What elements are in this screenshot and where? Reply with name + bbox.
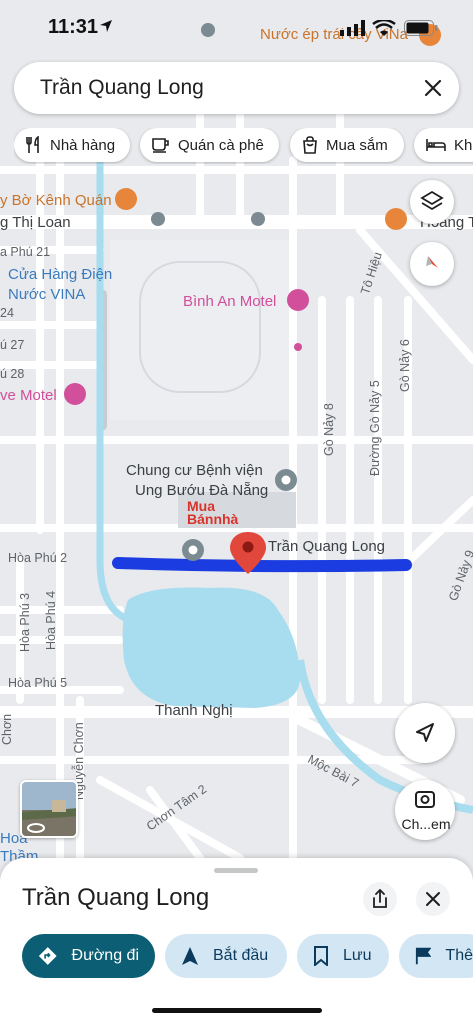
my-location-button[interactable] [395,703,455,763]
home-indicator [152,1008,322,1013]
map-label-24: 24 [0,306,14,320]
watermark-logo: Mua Bánnhà [187,499,239,527]
place-title: Trần Quang Long [22,884,210,911]
map-label-ve-motel[interactable]: ve Motel [0,387,57,404]
lens-label: Ch...em [401,816,451,832]
place-actions: Đường đi Bắt đầu Lưu Thê [22,934,473,978]
map-label-hoa-phu-2: Hòa Phú 2 [8,551,68,565]
map-label-go-nay-6: Gò Nảy 6 [398,339,412,392]
chip-cafes[interactable]: Quán cà phê [140,128,279,162]
chip-shopping[interactable]: Mua sắm [290,128,404,162]
map-label-thi-loan: g Thị Loan [0,214,71,231]
location-arrow-icon [100,20,112,32]
map-label-pin[interactable]: Trần Quang Long [268,538,385,555]
street-view-thumbnail[interactable] [20,780,78,838]
shopping-bag-icon [303,136,317,154]
chip-label: Quán cà phê [178,136,264,154]
map-label-binh-an-motel[interactable]: Bình An Motel [183,293,276,310]
add-label-label: Thê [445,947,473,964]
chip-restaurants[interactable]: Nhà hàng [14,128,130,162]
bed-icon [426,139,446,151]
start-label: Bắt đầu [213,947,269,964]
sheet-drag-handle[interactable] [214,868,258,873]
map-label-go-nay-8: Gò Nảy 8 [322,403,336,456]
map-label-hoa-phu-5: Hòa Phú 5 [8,676,68,690]
start-button[interactable]: Bắt đầu [165,934,287,978]
map-label-nuoc-vina[interactable]: Nước VINA [8,286,85,303]
status-bar: 11:31 [0,14,473,44]
chip-label: Nhà hàng [50,136,116,154]
map-label-cua-hang[interactable]: Cửa Hàng Điện [8,266,112,283]
save-label: Lưu [343,947,372,964]
navigate-arrow-icon [182,947,198,965]
watermark-text-2: Bán [187,511,214,527]
chip-label: Khá [454,136,473,154]
battery-icon [404,20,438,36]
close-icon[interactable] [421,76,445,100]
category-chips: Nhà hàng Quán cà phê Mua sắm Khá [14,128,473,164]
map-label-thanh-nghi: Thanh Nghị [155,702,233,719]
save-button[interactable]: Lưu [297,934,389,978]
directions-icon [38,947,57,965]
map-label-chon: Chơn [0,713,14,745]
search-bar[interactable]: Trần Quang Long [14,62,459,114]
close-icon [426,892,440,906]
map-label-hoa-phu-3: Hòa Phú 3 [18,592,32,652]
directions-label: Đường đi [71,947,139,964]
map-label-chung-cu-2[interactable]: Ung Bướu Đà Nẵng [135,482,268,499]
chip-hotels[interactable]: Khá [414,128,473,162]
map-label-go-nay-5: Đường Gò Nảy 5 [368,380,382,476]
share-button[interactable] [363,882,397,916]
layers-button[interactable] [410,180,454,224]
compass-icon [426,256,438,268]
flag-icon [415,947,432,965]
fork-knife-icon [26,136,39,153]
street-view-image [22,782,76,836]
watermark-text-3: nhà [213,511,239,527]
lens-button[interactable]: Ch...em [395,780,455,840]
map-label-hoa-phu-4: Hòa Phú 4 [44,590,58,650]
map-label-bo-kenh-quan[interactable]: y Bờ Kênh Quán [0,192,112,209]
coffee-cup-icon [152,138,169,153]
layers-icon [420,190,444,211]
place-bottom-sheet[interactable]: Trần Quang Long Đường đi Bắt đầu Lưu Thê [0,858,473,1024]
signal-icon [340,20,365,36]
camera-lens-icon [415,791,435,808]
status-time: 11:31 [48,16,99,38]
map-label-hoa-phu-21: a Phú 21 [0,245,51,259]
compass-button[interactable] [410,242,454,286]
map-label-chung-cu-1[interactable]: Chung cư Bệnh viện [126,462,263,479]
wifi-icon [372,20,396,36]
map-label-27: ú 27 [0,338,25,352]
navigation-arrow-icon [416,723,434,742]
bookmark-icon [314,946,328,966]
map-label-28: ú 28 [0,367,25,381]
add-label-button[interactable]: Thê [399,934,473,978]
search-input[interactable]: Trần Quang Long [40,76,204,100]
chip-label: Mua sắm [326,136,388,154]
directions-button[interactable]: Đường đi [22,934,155,978]
close-sheet-button[interactable] [416,882,450,916]
share-icon [373,889,387,908]
